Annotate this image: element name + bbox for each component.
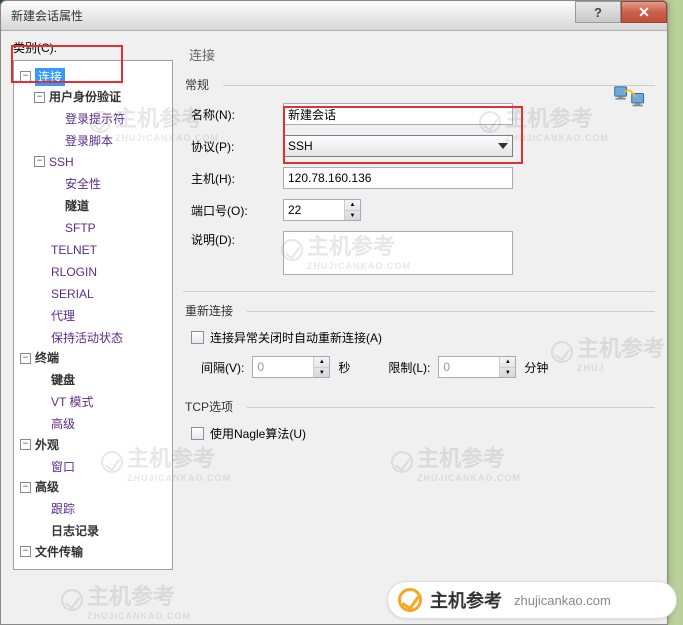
- brand-logo-icon: [398, 588, 422, 612]
- tree-node-proxy[interactable]: 代理: [34, 307, 75, 325]
- protocol-label: 协议(P):: [183, 138, 283, 155]
- dialog-window: 新建会话属性 ? ✕ 类别(C): − 连接: [0, 0, 668, 625]
- tree-node-file-transfer[interactable]: − 文件传输: [20, 543, 83, 561]
- limit-label: 限制(L):: [388, 359, 430, 376]
- collapse-icon[interactable]: −: [20, 482, 31, 493]
- tree-node-window[interactable]: 窗口: [34, 458, 75, 476]
- tree-node-serial[interactable]: SERIAL: [34, 285, 94, 303]
- category-label: 类别(C):: [13, 39, 173, 56]
- content-area: 类别(C): − 连接 − 用户身份验证: [1, 31, 667, 624]
- collapse-icon[interactable]: −: [20, 546, 31, 557]
- row-protocol: 协议(P): SSH: [183, 135, 655, 157]
- tree-node-logging[interactable]: 日志记录: [34, 522, 99, 540]
- name-input[interactable]: [283, 103, 513, 125]
- help-button[interactable]: ?: [575, 1, 621, 23]
- tree-node-connection[interactable]: − 连接: [20, 68, 65, 86]
- tree-label-auth: 用户身份验证: [49, 88, 121, 106]
- separator: [183, 291, 655, 292]
- limit-input[interactable]: [439, 357, 499, 377]
- collapse-icon[interactable]: −: [34, 156, 45, 167]
- spin-down-icon[interactable]: ▼: [500, 368, 515, 378]
- checkbox-icon: [191, 427, 204, 440]
- row-host: 主机(H):: [183, 167, 655, 189]
- category-tree[interactable]: − 连接 − 用户身份验证 登录提示符 登录: [13, 60, 173, 570]
- tree-label-ssh: SSH: [49, 153, 74, 171]
- spin-up-icon[interactable]: ▲: [345, 200, 360, 211]
- host-label: 主机(H):: [183, 170, 283, 187]
- panel-title: 连接: [189, 45, 655, 64]
- checkbox-icon: [191, 331, 204, 344]
- spin-down-icon[interactable]: ▼: [314, 368, 329, 378]
- tree-node-ssh[interactable]: − SSH: [34, 153, 74, 171]
- protocol-combobox[interactable]: SSH: [283, 135, 513, 157]
- row-interval: 间隔(V): ▲ ▼ 秒 限制(L): ▲ ▼: [183, 356, 655, 378]
- nagle-label: 使用Nagle算法(U): [210, 425, 306, 442]
- tree-node-trace[interactable]: 跟踪: [34, 500, 75, 518]
- tree-node-login-prompt[interactable]: 登录提示符: [48, 110, 125, 128]
- tree-node-auth[interactable]: − 用户身份验证: [34, 88, 121, 106]
- desc-label: 说明(D):: [183, 231, 283, 248]
- chevron-down-icon: [498, 143, 508, 149]
- window-title: 新建会话属性: [11, 7, 83, 24]
- group-tcp: TCP选项: [183, 398, 655, 415]
- tree-node-keyboard[interactable]: 键盘: [34, 371, 75, 389]
- spin-down-icon[interactable]: ▼: [345, 211, 360, 221]
- left-column: 类别(C): − 连接 − 用户身份验证: [13, 39, 173, 612]
- tree-node-telnet[interactable]: TELNET: [34, 241, 97, 259]
- tree-node-keepalive[interactable]: 保持活动状态: [34, 329, 123, 347]
- collapse-icon[interactable]: −: [20, 439, 31, 450]
- brand-footer: 主机参考 zhujicankao.com: [387, 581, 677, 619]
- brand-domain: zhujicankao.com: [514, 593, 611, 608]
- titlebar[interactable]: 新建会话属性 ? ✕: [1, 1, 667, 31]
- interval-spinbox[interactable]: ▲ ▼: [252, 356, 330, 378]
- collapse-icon[interactable]: −: [20, 353, 31, 364]
- tree-node-vtmode[interactable]: VT 模式: [34, 393, 93, 411]
- row-port: 端口号(O): ▲ ▼: [183, 199, 655, 221]
- protocol-value: SSH: [288, 139, 313, 153]
- port-label: 端口号(O):: [183, 202, 283, 219]
- name-label: 名称(N):: [183, 106, 283, 123]
- row-name: 名称(N):: [183, 103, 655, 125]
- tree-node-login-script[interactable]: 登录脚本: [48, 132, 113, 150]
- nagle-checkbox[interactable]: 使用Nagle算法(U): [183, 425, 306, 442]
- tree-node-tunnel[interactable]: 隧道: [48, 197, 89, 215]
- tree-label-connection: 连接: [35, 68, 65, 86]
- spin-up-icon[interactable]: ▲: [500, 357, 515, 368]
- description-textarea[interactable]: [283, 231, 513, 275]
- tree-node-rlogin[interactable]: RLOGIN: [34, 263, 97, 281]
- collapse-icon[interactable]: −: [34, 92, 45, 103]
- seconds-unit: 秒: [338, 359, 350, 376]
- tree-node-security[interactable]: 安全性: [48, 175, 101, 193]
- right-panel: 连接 常规 名称(N): 协议(P): SSH: [183, 39, 655, 612]
- limit-spinbox[interactable]: ▲ ▼: [438, 356, 516, 378]
- titlebar-buttons: ? ✕: [575, 1, 667, 23]
- tree-node-terminal[interactable]: − 终端: [20, 349, 59, 367]
- interval-label: 间隔(V):: [201, 359, 244, 376]
- group-general: 常规: [183, 76, 655, 93]
- port-input[interactable]: [284, 200, 344, 220]
- row-nagle: 使用Nagle算法(U): [183, 425, 655, 442]
- host-input[interactable]: [283, 167, 513, 189]
- spin-up-icon[interactable]: ▲: [314, 357, 329, 368]
- auto-reconnect-checkbox[interactable]: 连接异常关闭时自动重新连接(A): [183, 329, 382, 346]
- tree-node-adv2[interactable]: − 高级: [20, 478, 59, 496]
- tree-node-sftp[interactable]: SFTP: [48, 219, 96, 237]
- row-reconnect-check: 连接异常关闭时自动重新连接(A): [183, 329, 655, 346]
- tree-node-xymodem[interactable]: X/YMODEM: [34, 565, 116, 571]
- port-spinbox[interactable]: ▲ ▼: [283, 199, 361, 221]
- group-reconnect: 重新连接: [183, 302, 655, 319]
- interval-input[interactable]: [253, 357, 313, 377]
- tree-node-appearance[interactable]: − 外观: [20, 436, 59, 454]
- tree-node-advanced[interactable]: 高级: [34, 415, 75, 433]
- close-button[interactable]: ✕: [621, 1, 667, 23]
- row-description: 说明(D):: [183, 231, 655, 275]
- collapse-icon[interactable]: −: [20, 71, 31, 82]
- brand-name: 主机参考: [430, 587, 502, 613]
- minutes-unit: 分钟: [524, 359, 548, 376]
- auto-reconnect-label: 连接异常关闭时自动重新连接(A): [210, 329, 382, 346]
